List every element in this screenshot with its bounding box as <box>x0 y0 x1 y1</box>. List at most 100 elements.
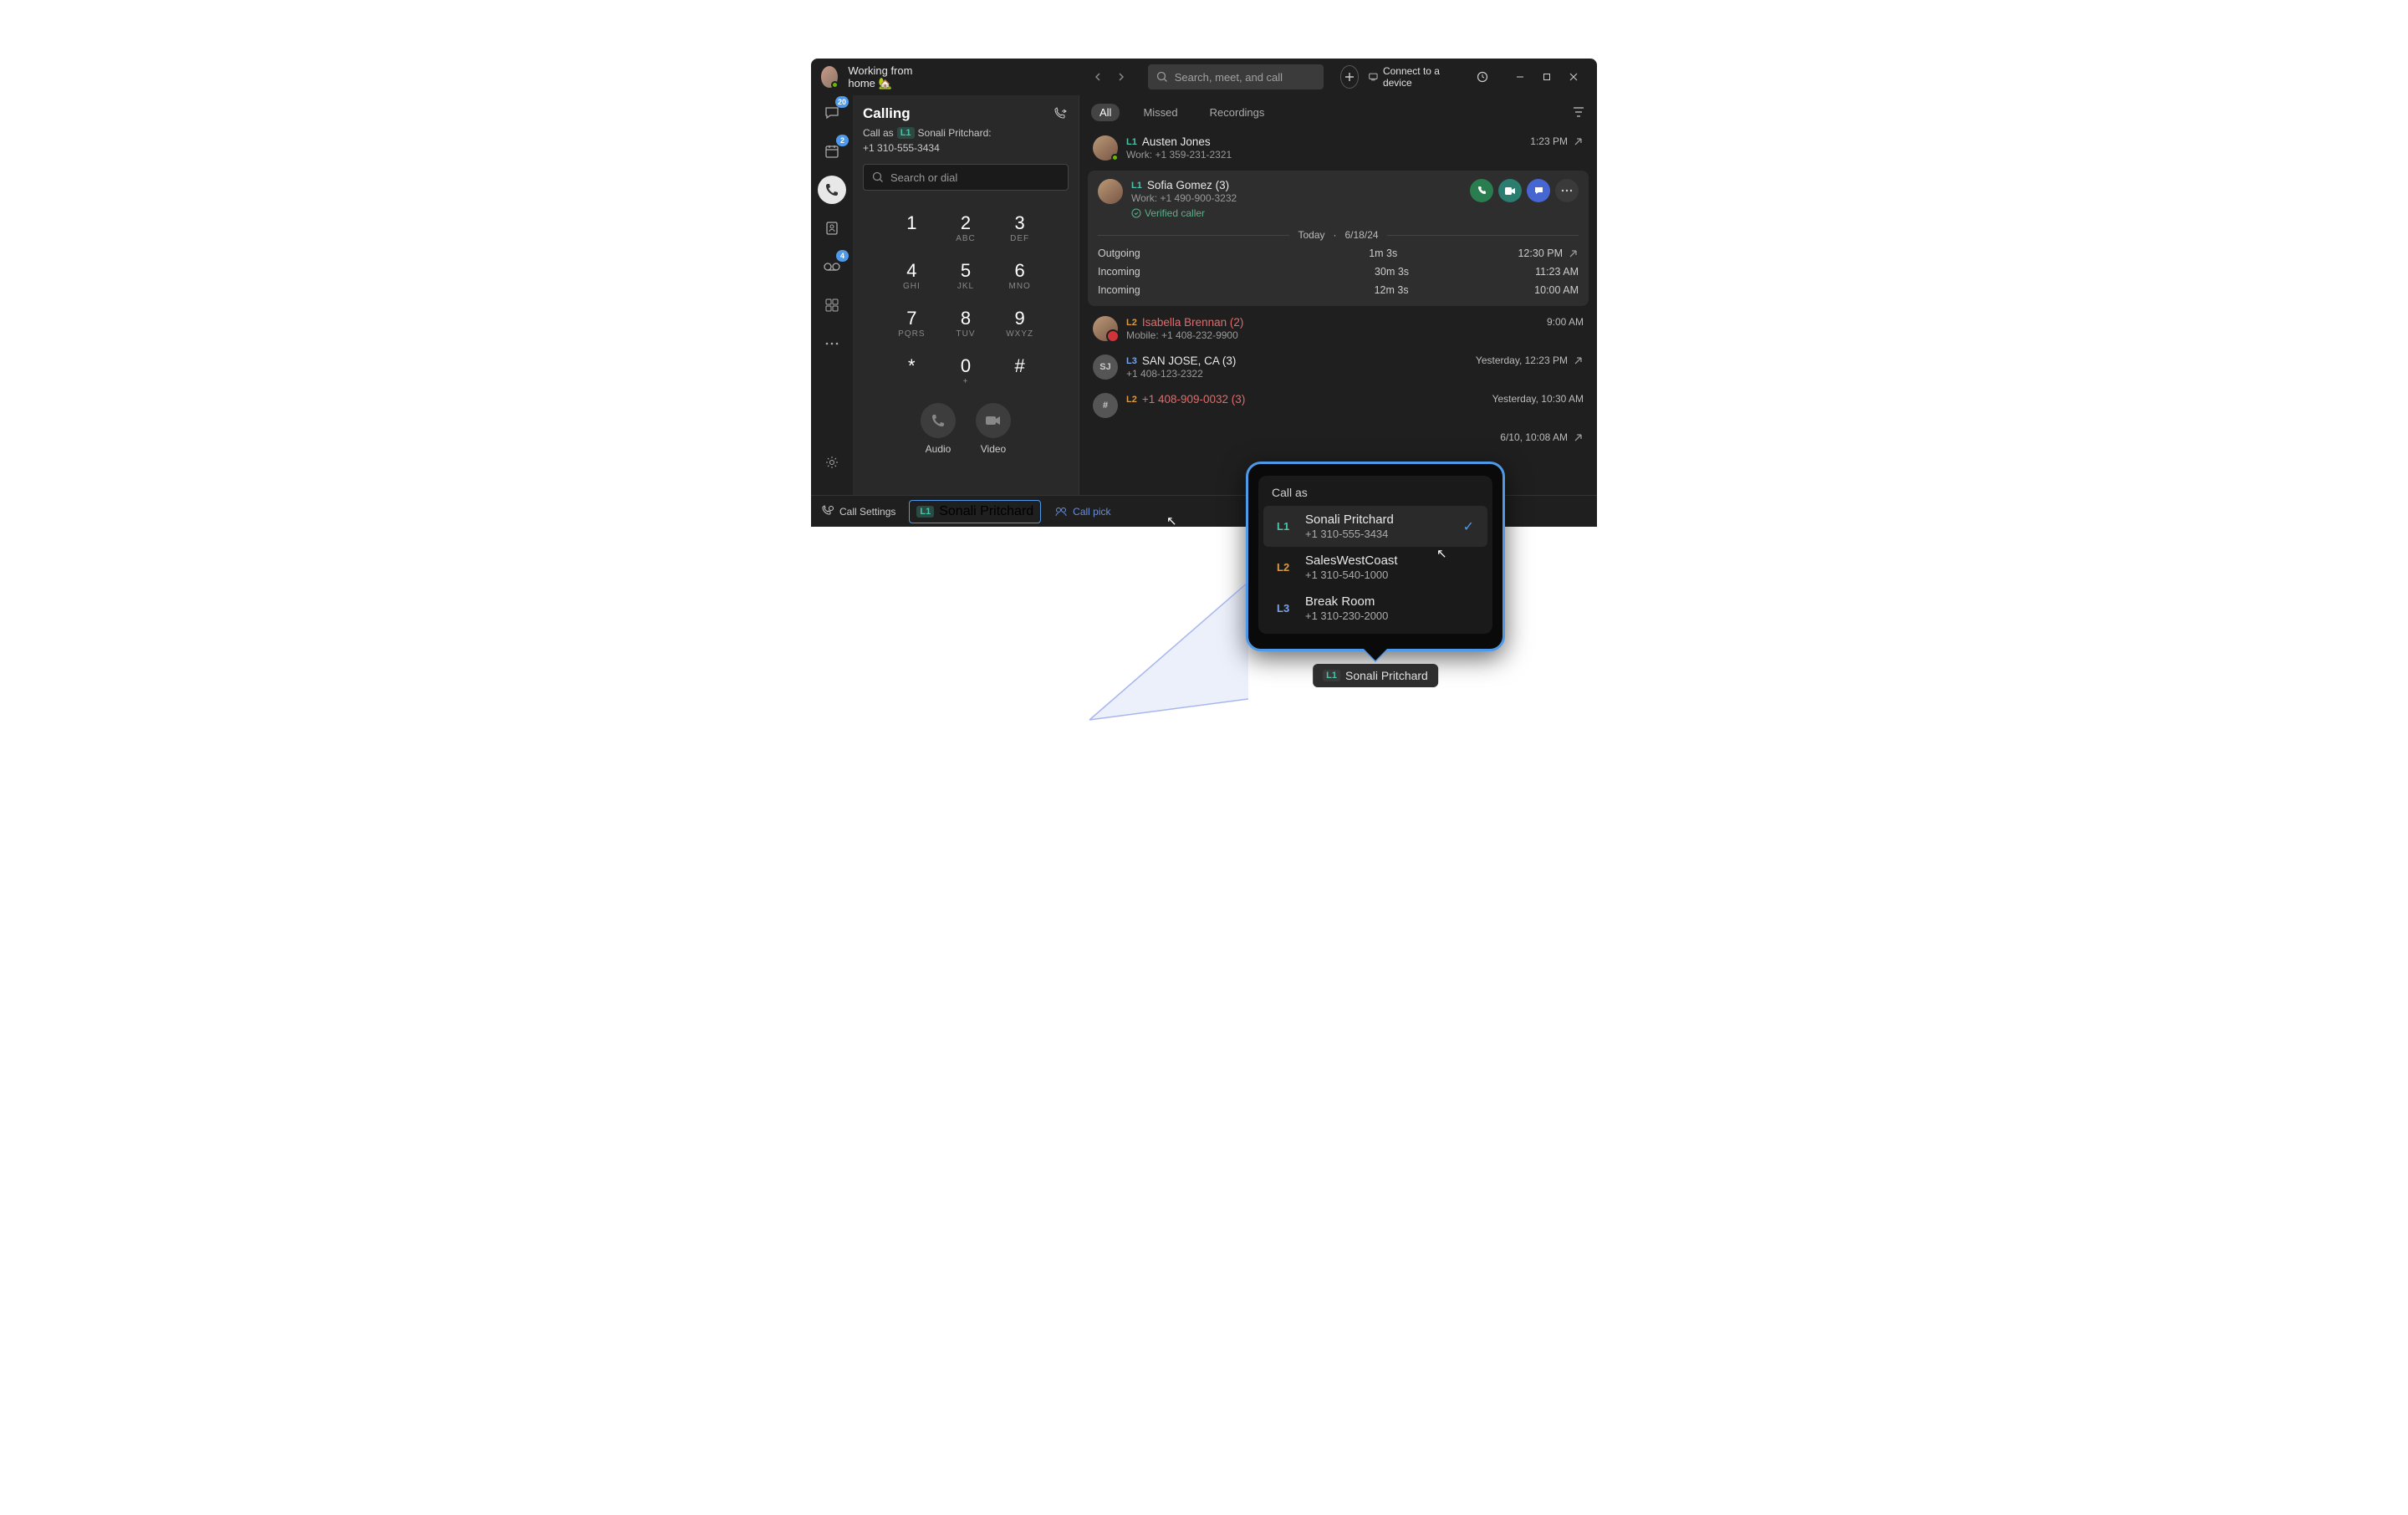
active-line-pill[interactable]: L1 Sonali Pritchard <box>909 500 1041 523</box>
contact-avatar <box>1093 316 1118 341</box>
call-pickup-button[interactable]: Call pick <box>1054 506 1110 518</box>
call-row[interactable]: SJL3SAN JOSE, CA (3)+1 408-123-2322Yeste… <box>1088 348 1589 386</box>
verified-icon <box>1131 208 1141 218</box>
voicemail-badge: 4 <box>836 250 849 262</box>
tab-missed[interactable]: Missed <box>1135 104 1186 121</box>
call-row[interactable]: 6/10, 10:08 AM <box>1088 425 1589 450</box>
expanded-call-card: L1Sofia Gomez (3)Work: +1 490-900-3232Ve… <box>1088 171 1589 306</box>
audio-call-button[interactable] <box>921 403 956 438</box>
search-placeholder: Search, meet, and call <box>1175 71 1283 84</box>
dial-key[interactable]: 3DEF <box>996 207 1043 248</box>
calendar-badge: 2 <box>836 135 849 146</box>
cursor-icon: ↖ <box>1166 513 1177 528</box>
dial-key[interactable]: 8TUV <box>942 303 990 344</box>
calendar-icon <box>824 143 840 160</box>
minimize-button[interactable] <box>1507 65 1533 89</box>
audio-call-button[interactable] <box>1470 179 1493 202</box>
dial-key[interactable]: 1 <box>888 207 936 248</box>
calling-title: Calling <box>863 105 911 122</box>
call-detail-row: Incoming30m 3s11:23 AM <box>1098 266 1579 278</box>
new-meeting-button[interactable] <box>1340 65 1359 89</box>
cast-icon <box>1369 72 1378 82</box>
status-text[interactable]: Working from home 🏡 <box>848 64 935 90</box>
settings-sync-icon[interactable] <box>1472 66 1493 88</box>
callout-rays <box>1081 557 1248 724</box>
call-detail-row: Incoming12m 3s10:00 AM <box>1098 284 1579 296</box>
dial-key[interactable]: 0+ <box>942 350 990 391</box>
rail-chat[interactable]: 20 <box>818 99 846 127</box>
cursor-icon: ↖ <box>1436 546 1447 561</box>
tab-recordings[interactable]: Recordings <box>1201 104 1273 121</box>
rail-contacts[interactable] <box>818 214 846 242</box>
chat-button[interactable] <box>1527 179 1550 202</box>
video-label: Video <box>981 443 1006 455</box>
call-row[interactable]: L2Isabella Brennan (2)Mobile: +1 408-232… <box>1088 309 1589 348</box>
call-row[interactable]: #L2+1 408-909-0032 (3)Yesterday, 10:30 A… <box>1088 386 1589 425</box>
rail-more[interactable] <box>818 329 846 358</box>
video-call-button[interactable] <box>976 403 1011 438</box>
dial-key[interactable]: 2ABC <box>942 207 990 248</box>
user-avatar[interactable] <box>821 66 838 88</box>
nav-rail: 20 2 4 <box>811 95 853 527</box>
search-icon <box>1156 71 1168 83</box>
chat-badge: 20 <box>835 96 849 108</box>
call-row[interactable]: L1Austen JonesWork: +1 359-231-23211:23 … <box>1088 129 1589 167</box>
call-as-line: Call as L1 Sonali Pritchard: +1 310-555-… <box>863 127 1069 154</box>
tab-all[interactable]: All <box>1091 104 1120 121</box>
more-button[interactable] <box>1555 179 1579 202</box>
search-dial-input[interactable]: Search or dial <box>863 164 1069 191</box>
call-as-popover: Call as L1Sonali Pritchard+1 310-555-343… <box>1246 462 1505 651</box>
call-settings-button[interactable]: Call Settings <box>821 505 895 518</box>
gear-icon <box>824 455 839 470</box>
dial-key[interactable]: # <box>996 350 1043 391</box>
hash-avatar-icon: # <box>1093 393 1118 418</box>
nav-back-button[interactable] <box>1088 67 1108 87</box>
dial-key[interactable]: 6MNO <box>996 255 1043 296</box>
video-icon <box>985 415 1002 426</box>
history-tabs: All Missed Recordings <box>1079 95 1597 129</box>
dial-key[interactable]: 9WXYZ <box>996 303 1043 344</box>
rail-calls[interactable] <box>818 176 846 204</box>
dial-key[interactable]: 4GHI <box>888 255 936 296</box>
presence-available-icon <box>831 81 839 89</box>
line-option[interactable]: L1Sonali Pritchard+1 310-555-3434✓ <box>1263 506 1487 547</box>
more-icon <box>824 341 839 346</box>
connect-device-button[interactable]: Connect to a device <box>1369 65 1451 89</box>
initials-avatar: SJ <box>1093 355 1118 380</box>
dial-key[interactable]: 5JKL <box>942 255 990 296</box>
filter-icon <box>1572 106 1585 118</box>
search-icon <box>872 171 884 183</box>
dial-key[interactable]: 7PQRS <box>888 303 936 344</box>
voicemail-icon <box>823 261 841 273</box>
close-button[interactable] <box>1560 65 1587 89</box>
check-icon: ✓ <box>1463 518 1474 535</box>
call-detail-row: Outgoing1m 3s12:30 PM <box>1098 247 1579 259</box>
line-option[interactable]: L2SalesWestCoast+1 310-540-1000 <box>1263 547 1487 588</box>
gear-phone-icon <box>821 505 834 518</box>
apps-icon <box>824 298 839 313</box>
maximize-button[interactable] <box>1533 65 1560 89</box>
phone-icon <box>824 182 839 197</box>
filter-button[interactable] <box>1572 106 1585 118</box>
rail-voicemail[interactable]: 4 <box>818 252 846 281</box>
search-bar[interactable]: Search, meet, and call <box>1148 64 1324 89</box>
app-window: Working from home 🏡 Search, meet, and ca… <box>811 59 1597 527</box>
rail-calendar[interactable]: 2 <box>818 137 846 166</box>
nav-forward-button[interactable] <box>1111 67 1131 87</box>
popover-active-chip[interactable]: L1 Sonali Pritchard <box>1313 664 1438 687</box>
rail-apps[interactable] <box>818 291 846 319</box>
titlebar: Working from home 🏡 Search, meet, and ca… <box>811 59 1597 95</box>
contact-avatar <box>1093 135 1118 161</box>
rail-settings[interactable] <box>818 448 846 477</box>
pickup-icon <box>1054 506 1068 518</box>
popover-tail-icon <box>1364 649 1387 661</box>
contact-avatar <box>1098 179 1123 204</box>
dialpad: 12ABC3DEF 4GHI5JKL6MNO 7PQRS8TUV9WXYZ *0+# <box>863 207 1069 391</box>
call-forward-icon[interactable] <box>1054 107 1069 120</box>
phone-icon <box>931 413 946 428</box>
contacts-icon <box>824 220 840 237</box>
line-tag: L1 <box>897 127 915 139</box>
line-option[interactable]: L3Break Room+1 310-230-2000 <box>1263 588 1487 629</box>
dial-key[interactable]: * <box>888 350 936 391</box>
video-call-button[interactable] <box>1498 179 1522 202</box>
